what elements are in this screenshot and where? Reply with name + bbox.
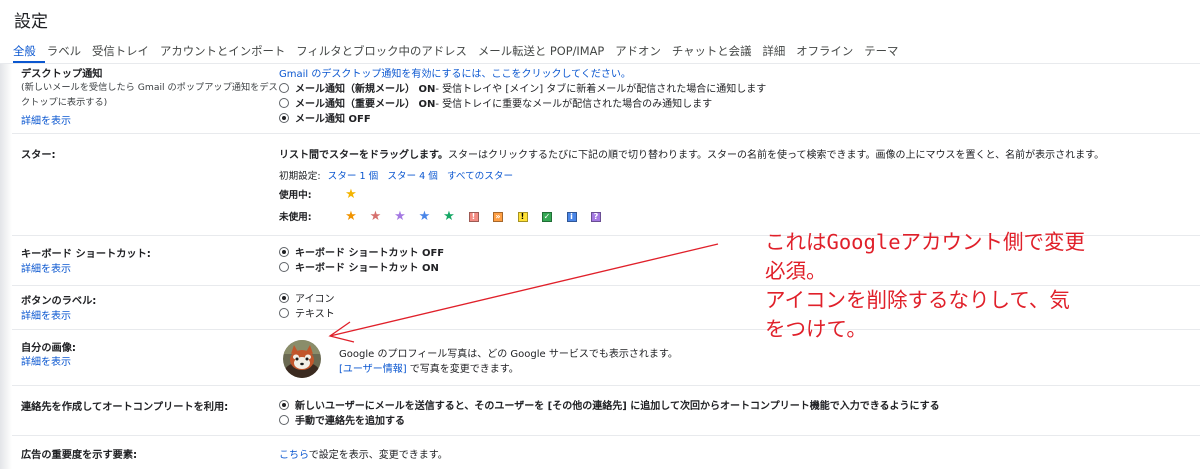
notify-important-mail-radio[interactable] [279,97,289,108]
tab-advanced[interactable]: 詳細 [762,43,785,63]
mark-unused-0-icon[interactable]: ! [468,212,479,222]
notify-off-radio[interactable] [279,112,289,123]
star-unused-3-icon[interactable]: ★ [416,210,434,224]
notify-off-title: メール通知 OFF [295,114,371,125]
notify-important-mail-option[interactable]: メール通知（重要メール） ON - 受信トレイに重要なメールが配信された場合のみ… [279,95,712,110]
tab-addons[interactable]: アドオン [615,43,661,63]
star-unused-0-icon[interactable]: ★ [342,210,360,224]
autocomplete-section: 連絡先を作成してオートコンプリートを利用: 新しいユーザーにメールを送信すると、… [12,386,1200,436]
mark-unused-2-icon[interactable]: ! [517,212,528,222]
manual-add-contacts-option[interactable]: 手動で連絡先を追加する [279,412,405,427]
shortcuts-on-option[interactable]: キーボード ショートカット ON [279,259,439,274]
tab-general[interactable]: 全般 [13,43,36,63]
star-in-use-0-icon[interactable]: ★ [342,188,360,202]
mark-unused-3-icon[interactable]: ✓ [542,212,552,222]
star-unused-1-icon[interactable]: ★ [367,210,385,224]
profile-avatar[interactable] [283,340,321,378]
my-picture-label: 自分の画像: [21,343,77,354]
notify-new-mail-radio[interactable] [279,82,289,93]
stars-heading: リスト間でスターをドラッグします。 [279,150,448,161]
tab-labels[interactable]: ラベル [47,43,81,63]
button-labels-icons-radio[interactable] [279,292,289,303]
star-presets: 初期設定: スター 1 個 スター 4 個 すべてのスター [279,168,513,182]
annotation-note: これはGoogleアカウント側で変更 必須。 アイコンを削除するなりして、気 を… [765,228,1085,344]
notify-important-mail-title: メール通知（重要メール） ON [295,99,436,110]
enable-desktop-notifications-link[interactable]: Gmail のデスクトップ通知を有効にするには、ここをクリックしてください。 [279,65,631,80]
button-labels-icons-title: アイコン [295,294,335,305]
my-picture-info-line1: Google のプロフィール写真は、どの Google サービスでも表示されます… [339,349,678,360]
stars-in-use-label: 使用中: [279,190,312,201]
ad-importance-label: 広告の重要度を示す要素: [21,450,138,461]
shortcuts-off-title: キーボード ショートカット OFF [295,248,445,259]
my-picture-info-line2: [ユーザー情報] で写真を変更できます。 [339,360,519,375]
button-labels-label: ボタンのラベル: [21,296,97,307]
tab-accounts-import[interactable]: アカウントとインポート [160,43,285,63]
left-panel-shadow [0,64,12,469]
tab-inbox[interactable]: 受信トレイ [92,43,149,63]
preset-all-stars-link[interactable]: すべてのスター [447,171,513,182]
stars-in-use-list: ★ [342,188,367,202]
auto-add-contacts-option[interactable]: 新しいユーザーにメールを送信すると、そのユーザーを [その他の連絡先] に追加し… [279,397,940,412]
notify-new-mail-option[interactable]: メール通知（新規メール） ON - 受信トレイや [メイン] タブに新着メールが… [279,80,766,95]
shortcuts-on-title: キーボード ショートカット ON [295,263,439,274]
desktop-notifications-section: デスクトップ通知 (新しいメールを受信したら Gmail のポップアップ通知をデ… [12,64,1200,134]
annotation-line-4: をつけて。 [765,317,867,341]
ad-importance-info: こちらで設定を表示、変更できます。 [279,446,448,461]
mark-unused-4-icon[interactable]: i [566,212,577,222]
stars-description: リスト間でスターをドラッグします。スターはクリックするたびに下記の順で切り替わり… [279,146,1104,161]
tab-chat-meet[interactable]: チャットと会議 [672,43,752,63]
settings-tabs: 全般 ラベル 受信トレイ アカウントとインポート フィルタとブロック中のアドレス… [13,43,909,63]
tab-forwarding-pop-imap[interactable]: メール転送と POP/IMAP [478,43,604,63]
notify-off-option[interactable]: メール通知 OFF [279,110,371,125]
tab-filters-blocked[interactable]: フィルタとブロック中のアドレス [296,43,467,63]
active-tab-indicator [13,61,45,63]
notify-new-mail-desc: - 受信トレイや [メイン] タブに新着メールが配信された場合に通知します [435,84,767,95]
shortcuts-off-option[interactable]: キーボード ショートカット OFF [279,244,444,259]
desktop-notifications-label: デスクトップ通知 [21,69,103,80]
preset-four-stars-link[interactable]: スター 4 個 [387,171,438,182]
my-picture-details-link[interactable]: 詳細を表示 [21,353,71,368]
shortcuts-off-radio[interactable] [279,246,289,257]
annotation-line-3: アイコンを削除するなりして、気 [765,288,1070,312]
red-panda-avatar-image [283,340,321,378]
my-picture-info-suffix: で写真を変更できます。 [406,364,519,375]
page-title: 設定 [14,12,48,32]
ad-importance-suffix: で設定を表示、変更できます。 [308,450,448,461]
auto-add-contacts-title: 新しいユーザーにメールを送信すると、そのユーザーを [その他の連絡先] に追加し… [295,401,940,412]
button-labels-details-link[interactable]: 詳細を表示 [21,307,71,322]
star-presets-label: 初期設定: [279,171,321,182]
tab-themes[interactable]: テーマ [864,43,898,63]
star-unused-4-icon[interactable]: ★ [440,210,458,224]
button-labels-text-title: テキスト [295,309,335,320]
button-labels-text-option[interactable]: テキスト [279,305,335,320]
desktop-notifications-description: (新しいメールを受信したら Gmail のポップアップ通知をデスクトップに表示す… [21,82,278,108]
notify-new-mail-title: メール通知（新規メール） ON [295,84,436,95]
keyboard-shortcuts-label: キーボード ショートカット: [21,249,151,260]
auto-add-contacts-radio[interactable] [279,399,289,410]
stars-unused-list: ★ ★ ★ ★ ★! »! ✓ i? [342,210,612,224]
button-labels-icons-option[interactable]: アイコン [279,290,335,305]
stars-section: スター: リスト間でスターをドラッグします。スターはクリックするたびに下記の順で… [12,134,1200,236]
user-info-link[interactable]: [ユーザー情報] [339,364,407,375]
notify-important-mail-desc: - 受信トレイに重要なメールが配信された場合のみ通知します [435,99,713,110]
mark-unused-1-icon[interactable]: » [493,212,503,222]
manual-add-contacts-title: 手動で連絡先を追加する [295,416,405,427]
stars-unused-label: 未使用: [279,212,312,223]
stars-label: スター: [21,150,56,161]
autocomplete-label: 連絡先を作成してオートコンプリートを利用: [21,402,229,413]
desktop-notifications-details-link[interactable]: 詳細を表示 [21,112,71,127]
mark-unused-5-icon[interactable]: ? [591,212,601,222]
button-labels-text-radio[interactable] [279,307,289,318]
annotation-line-2: 必須。 [765,259,827,283]
stars-body: スターはクリックするたびに下記の順で切り替わります。スターの名前を使って検索でき… [448,150,1105,161]
manual-add-contacts-radio[interactable] [279,414,289,425]
ad-settings-link[interactable]: こちら [279,450,309,461]
annotation-line-1: これはGoogleアカウント側で変更 [765,230,1086,254]
keyboard-shortcuts-details-link[interactable]: 詳細を表示 [21,260,71,275]
tab-offline[interactable]: オフライン [796,43,853,63]
star-unused-2-icon[interactable]: ★ [391,210,409,224]
preset-one-star-link[interactable]: スター 1 個 [328,171,379,182]
shortcuts-on-radio[interactable] [279,261,289,272]
ad-importance-section: 広告の重要度を示す要素: こちらで設定を表示、変更できます。 [12,436,1200,469]
